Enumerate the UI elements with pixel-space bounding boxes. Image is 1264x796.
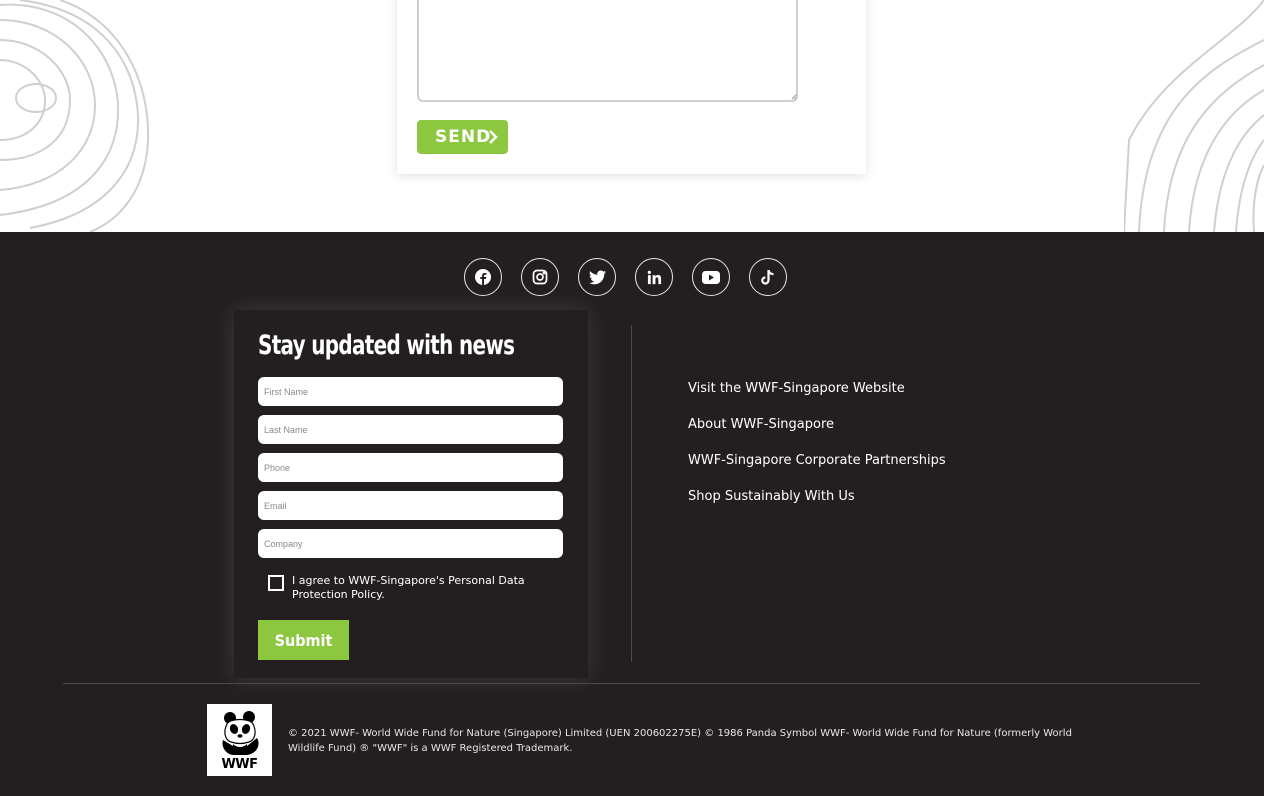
instagram-link[interactable] [521, 258, 559, 296]
company-field[interactable] [258, 529, 563, 558]
horizontal-divider [63, 683, 1200, 684]
facebook-icon [475, 269, 491, 285]
topographic-pattern-right [1124, 0, 1264, 232]
consent-label: I agree to WWF-Singapore's Personal Data… [292, 574, 525, 601]
consent-checkbox[interactable] [268, 575, 284, 591]
contact-section: SEND [0, 0, 1264, 232]
linkedin-icon [647, 270, 661, 284]
message-textarea[interactable] [417, 0, 798, 102]
footer-links: Visit the WWF-Singapore Website About WW… [688, 380, 946, 524]
send-button-label: SEND [435, 127, 492, 147]
wwf-logo[interactable]: WWF [207, 704, 272, 776]
newsletter-panel: Stay updated with news I agree to WWF-Si… [234, 310, 588, 678]
link-visit-wwf-website[interactable]: Visit the WWF-Singapore Website [688, 380, 946, 416]
contact-form-card: SEND [397, 0, 866, 174]
email-field[interactable] [258, 491, 563, 520]
phone-field[interactable] [258, 453, 563, 482]
logo-text: WWF [221, 757, 258, 772]
consent-row: I agree to WWF-Singapore's Personal Data… [268, 574, 554, 602]
link-corporate-partnerships[interactable]: WWF-Singapore Corporate Partnerships [688, 452, 946, 488]
last-name-field[interactable] [258, 415, 563, 444]
topographic-pattern-left [0, 0, 150, 232]
social-links [464, 258, 787, 296]
link-about-wwf[interactable]: About WWF-Singapore [688, 416, 946, 452]
instagram-icon [532, 269, 548, 285]
footer: Stay updated with news I agree to WWF-Si… [0, 232, 1264, 796]
newsletter-title: Stay updated with news [258, 330, 515, 361]
facebook-link[interactable] [464, 258, 502, 296]
resize-grip-icon[interactable] [791, 94, 797, 100]
first-name-field[interactable] [258, 377, 563, 406]
tiktok-icon [761, 269, 774, 285]
send-button[interactable]: SEND [417, 120, 508, 154]
link-shop-sustainably[interactable]: Shop Sustainably With Us [688, 488, 946, 524]
panda-icon [222, 711, 259, 755]
chevron-right-icon [489, 130, 498, 144]
youtube-icon [702, 270, 720, 284]
twitter-icon [588, 269, 606, 284]
submit-button[interactable]: Submit [258, 620, 349, 660]
tiktok-link[interactable] [749, 258, 787, 296]
vertical-divider [631, 325, 632, 662]
linkedin-link[interactable] [635, 258, 673, 296]
youtube-link[interactable] [692, 258, 730, 296]
copyright-text: © 2021 WWF- World Wide Fund for Nature (… [288, 728, 1072, 754]
twitter-link[interactable] [578, 258, 616, 296]
